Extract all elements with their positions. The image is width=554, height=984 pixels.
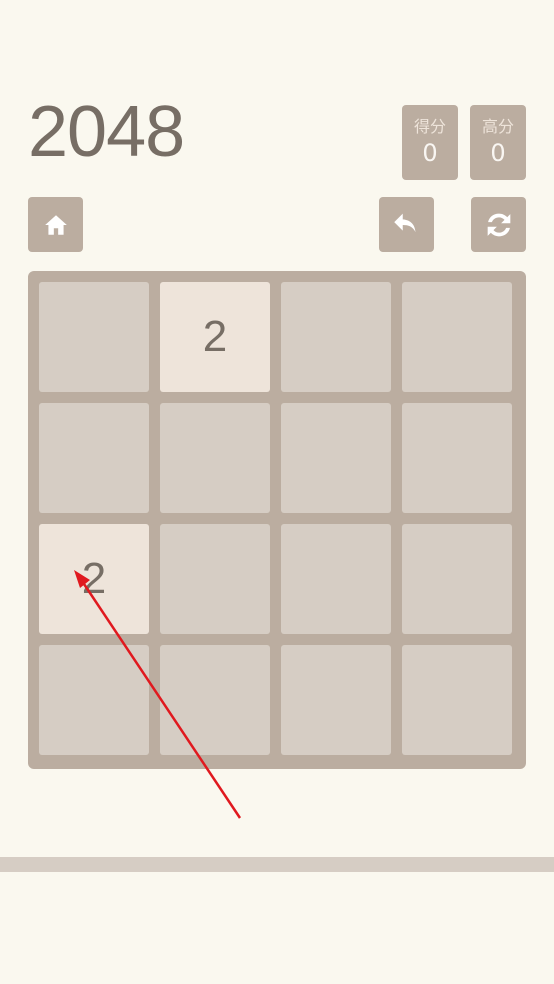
undo-icon [393, 213, 415, 232]
empty-cell [281, 282, 391, 392]
score-value: 0 [422, 139, 438, 167]
empty-cell [402, 282, 512, 392]
best-score-box: 高分 0 [470, 105, 526, 180]
empty-cell [281, 645, 391, 755]
best-score-label: 高分 [481, 117, 514, 136]
empty-cell [39, 645, 149, 755]
empty-cell [39, 403, 149, 513]
empty-cell [402, 645, 512, 755]
tile-2: 2 [160, 282, 270, 392]
empty-cell [160, 645, 270, 755]
score-box: 得分 0 [402, 105, 458, 180]
empty-cell [402, 403, 512, 513]
empty-cell [281, 524, 391, 634]
divider [0, 857, 554, 872]
empty-cell [402, 524, 512, 634]
score-label: 得分 [413, 117, 446, 136]
empty-cell [160, 403, 270, 513]
home-button[interactable] [28, 197, 83, 252]
undo-button[interactable] [379, 197, 434, 252]
empty-cell [281, 403, 391, 513]
game-title: 2048 [28, 92, 185, 172]
empty-cell [160, 524, 270, 634]
restart-icon [487, 213, 510, 236]
restart-button[interactable] [471, 197, 526, 252]
game-screen: 2048 得分 0 高分 0 22 [0, 0, 554, 984]
home-icon [44, 214, 67, 235]
game-board[interactable]: 22 [28, 271, 526, 769]
best-score-value: 0 [490, 139, 506, 167]
empty-cell [39, 282, 149, 392]
tile-2: 2 [39, 524, 149, 634]
